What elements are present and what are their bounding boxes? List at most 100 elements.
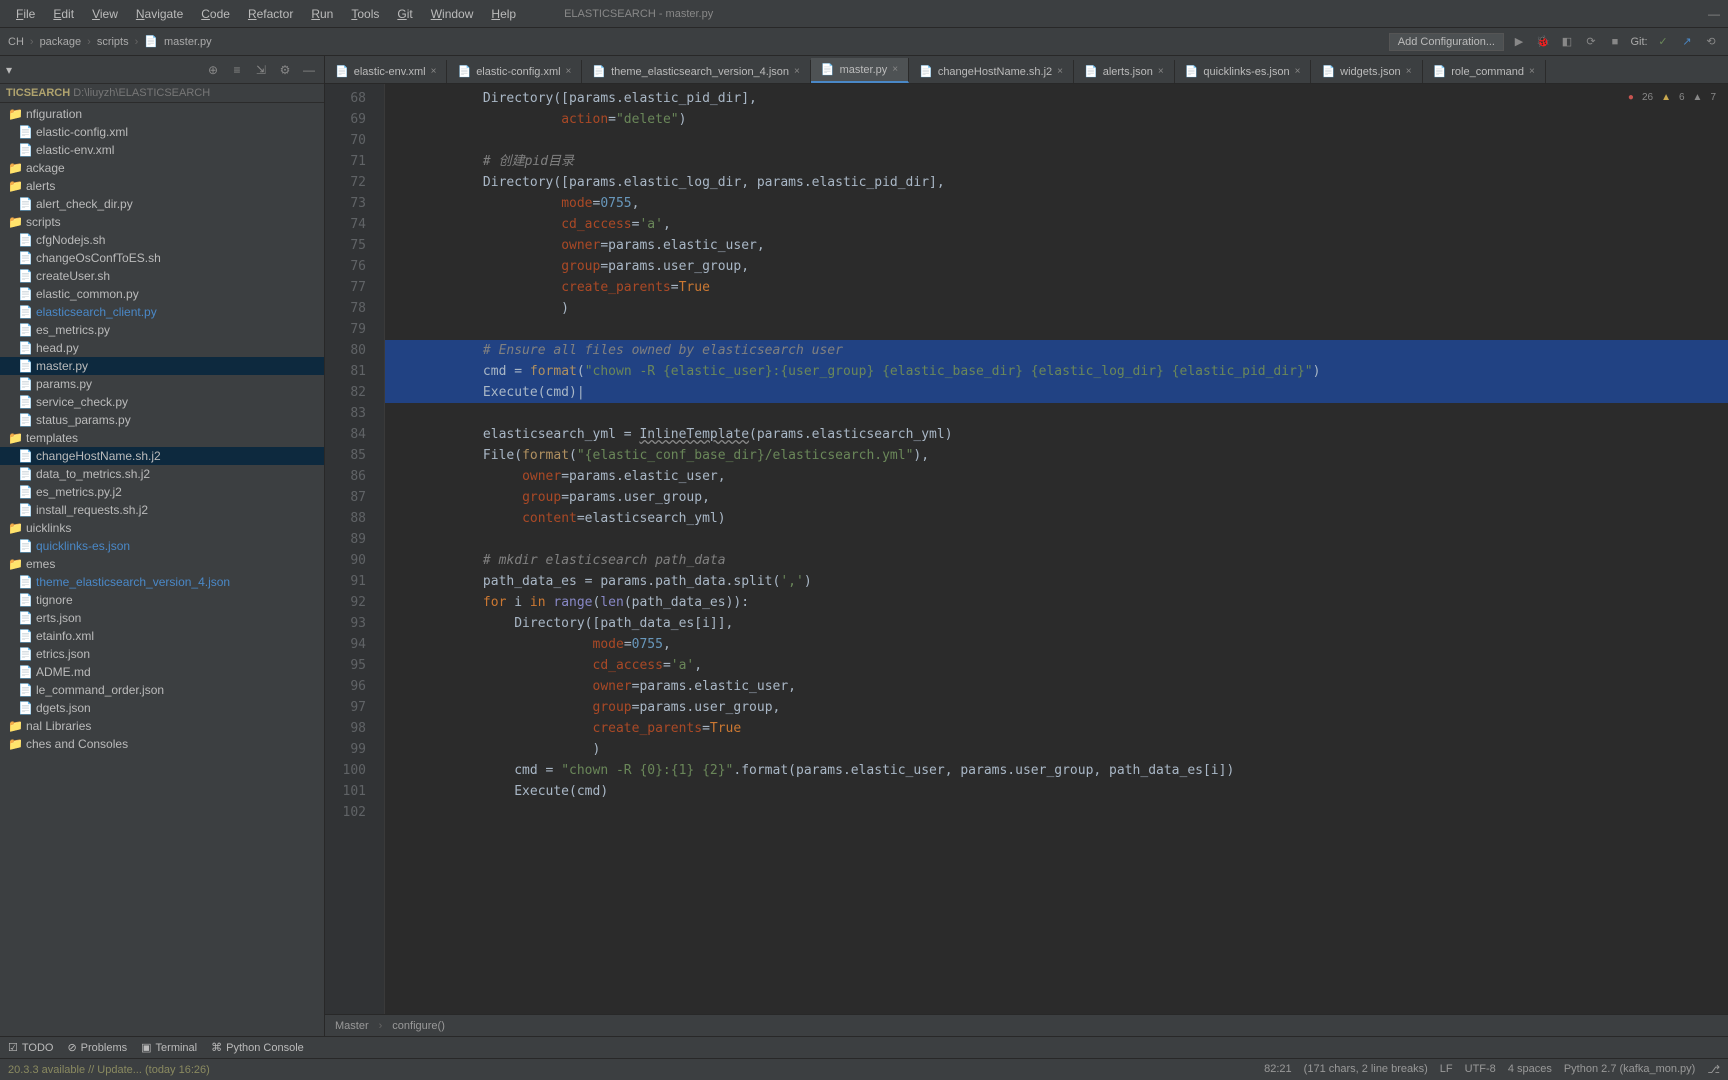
line-number[interactable]: 95 [325,655,384,676]
tree-item[interactable]: 📁ches and Consoles [0,735,324,753]
breadcrumb-item[interactable]: master.py [164,36,212,48]
minimize-icon[interactable]: — [1708,7,1720,21]
tree-item[interactable]: 📄elastic_common.py [0,285,324,303]
line-number[interactable]: 93 [325,613,384,634]
line-number[interactable]: 102 [325,802,384,823]
todo-tool[interactable]: ☑ TODO [8,1041,53,1054]
close-icon[interactable]: × [1057,66,1063,77]
line-number[interactable]: 88 [325,508,384,529]
menu-help[interactable]: Help [483,3,524,25]
line-number[interactable]: 91 [325,571,384,592]
project-dropdown-icon[interactable]: ▾ [6,63,12,77]
tree-item[interactable]: 📁scripts [0,213,324,231]
code-line[interactable]: mode=0755, [385,634,1728,655]
status-indent[interactable]: 4 spaces [1508,1063,1552,1076]
tree-item[interactable]: 📄createUser.sh [0,267,324,285]
problems-tool[interactable]: ⊘ Problems [67,1041,127,1054]
line-number[interactable]: 68 [325,88,384,109]
tree-item[interactable]: 📄cfgNodejs.sh [0,231,324,249]
profile-icon[interactable]: ⟳ [1582,33,1600,51]
code-line[interactable]: cmd = format("chown -R {elastic_user}:{u… [385,361,1728,382]
line-number[interactable]: 96 [325,676,384,697]
tree-item[interactable]: 📄alert_check_dir.py [0,195,324,213]
code-line[interactable]: group=params.user_group, [385,256,1728,277]
close-icon[interactable]: × [1295,66,1301,77]
tree-item[interactable]: 📁nal Libraries [0,717,324,735]
line-number[interactable]: 77 [325,277,384,298]
line-number[interactable]: 76 [325,256,384,277]
code-line[interactable]: ) [385,298,1728,319]
line-number[interactable]: 94 [325,634,384,655]
status-cursor[interactable]: 82:21 [1264,1063,1292,1076]
close-icon[interactable]: × [1406,66,1412,77]
python-console-tool[interactable]: ⌘ Python Console [211,1041,304,1054]
code-line[interactable]: owner=params.elastic_user, [385,466,1728,487]
status-lf[interactable]: LF [1440,1063,1453,1076]
editor-tab[interactable]: 📄master.py× [811,58,909,83]
line-number[interactable]: 73 [325,193,384,214]
breadcrumb-item[interactable]: CH [8,36,24,48]
line-number[interactable]: 86 [325,466,384,487]
tree-item[interactable]: 📄es_metrics.py.j2 [0,483,324,501]
line-number[interactable]: 78 [325,298,384,319]
status-update[interactable]: 20.3.3 available // Update... (today 16:… [8,1064,210,1076]
editor-tab[interactable]: 📄elastic-env.xml× [325,60,447,83]
tree-item[interactable]: 📄changeHostName.sh.j2 [0,447,324,465]
git-push-icon[interactable]: ↗ [1678,33,1696,51]
gutter[interactable]: 6869707172737475767778798081828384858687… [325,84,385,1014]
menu-edit[interactable]: Edit [45,3,82,25]
menu-refactor[interactable]: Refactor [240,3,301,25]
code-line[interactable]: create_parents=True [385,277,1728,298]
code-breadcrumb[interactable]: Master › configure() [325,1014,1728,1036]
tree-item[interactable]: 📄etrics.json [0,645,324,663]
editor-tab[interactable]: 📄elastic-config.xml× [447,60,582,83]
menu-code[interactable]: Code [193,3,238,25]
tree-item[interactable]: 📄elasticsearch_client.py [0,303,324,321]
code-line[interactable] [385,130,1728,151]
line-number[interactable]: 71 [325,151,384,172]
menu-tools[interactable]: Tools [343,3,387,25]
code-line[interactable]: ) [385,739,1728,760]
code-line[interactable]: # 创建pid目录 [385,151,1728,172]
close-icon[interactable]: × [1529,66,1535,77]
line-number[interactable]: 97 [325,697,384,718]
code-line[interactable]: Execute(cmd)| [385,382,1728,403]
tree-item[interactable]: 📄service_check.py [0,393,324,411]
gear-icon[interactable]: ⚙ [276,61,294,79]
code-line[interactable]: Directory([path_data_es[i]], [385,613,1728,634]
code-line[interactable]: cd_access='a', [385,655,1728,676]
menu-window[interactable]: Window [423,3,482,25]
tree-item[interactable]: 📄head.py [0,339,324,357]
code-line[interactable]: elasticsearch_yml = InlineTemplate(param… [385,424,1728,445]
code-line[interactable]: Directory([params.elastic_pid_dir], [385,88,1728,109]
tree-item[interactable]: 📄master.py [0,357,324,375]
tree-item[interactable]: 📄le_command_order.json [0,681,324,699]
tree-item[interactable]: 📄params.py [0,375,324,393]
tree-item[interactable]: 📄elastic-config.xml [0,123,324,141]
menu-navigate[interactable]: Navigate [128,3,191,25]
tree-item[interactable]: 📄erts.json [0,609,324,627]
code-line[interactable]: Execute(cmd) [385,781,1728,802]
line-number[interactable]: 87 [325,487,384,508]
tree-item[interactable]: 📁alerts [0,177,324,195]
code-line[interactable]: create_parents=True [385,718,1728,739]
code-line[interactable]: owner=params.elastic_user, [385,235,1728,256]
editor-tab[interactable]: 📄quicklinks-es.json× [1175,60,1312,83]
code-line[interactable]: path_data_es = params.path_data.split(',… [385,571,1728,592]
status-interpreter[interactable]: Python 2.7 (kafka_mon.py) [1564,1063,1695,1076]
collapse-icon[interactable]: ⇲ [252,61,270,79]
tree-item[interactable]: 📁nfiguration [0,105,324,123]
stop-icon[interactable]: ■ [1606,33,1624,51]
menu-git[interactable]: Git [389,3,420,25]
line-number[interactable]: 98 [325,718,384,739]
close-icon[interactable]: × [892,64,898,75]
editor-tab[interactable]: 📄alerts.json× [1074,60,1175,83]
locate-icon[interactable]: ⊕ [204,61,222,79]
git-history-icon[interactable]: ⟲ [1702,33,1720,51]
breadcrumb-item[interactable]: package [40,36,82,48]
code-line[interactable] [385,403,1728,424]
close-icon[interactable]: × [1158,66,1164,77]
line-number[interactable]: 99 [325,739,384,760]
run-icon[interactable]: ▶ [1510,33,1528,51]
line-number[interactable]: 80 [325,340,384,361]
